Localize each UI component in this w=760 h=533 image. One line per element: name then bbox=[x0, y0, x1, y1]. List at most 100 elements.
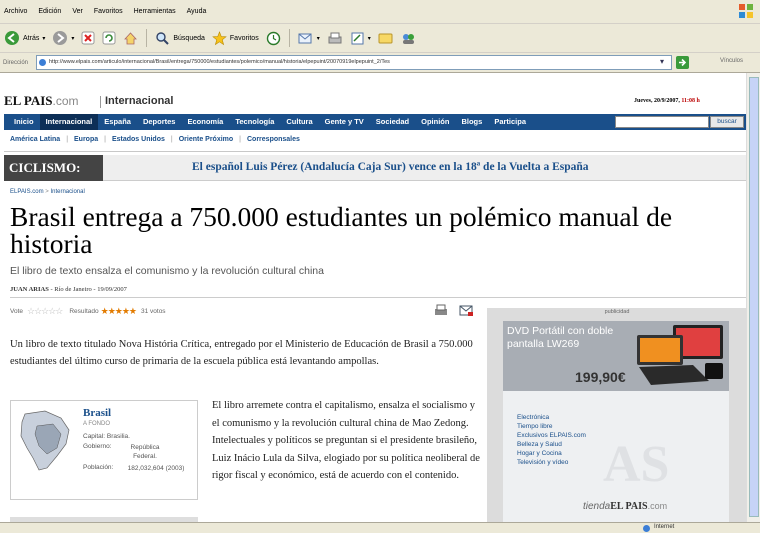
store-com: .com bbox=[647, 501, 668, 511]
advertisement-sidebar: publicidad DVD Portátil con doble pantal… bbox=[487, 308, 747, 533]
nav-blogs[interactable]: Blogs bbox=[455, 114, 488, 130]
vote-stars[interactable]: ☆☆☆☆☆ bbox=[27, 306, 63, 317]
vertical-scrollbar[interactable] bbox=[746, 73, 760, 523]
address-dropdown[interactable]: ▾ bbox=[660, 57, 664, 66]
ad-item-belleza[interactable]: Belleza y Salud bbox=[517, 440, 586, 449]
breadcrumb-section[interactable]: Internacional bbox=[50, 189, 84, 195]
nav-inicio[interactable]: Inicio bbox=[8, 114, 40, 130]
date-display: Jueves, 20/9/2007, 11:08 h bbox=[634, 98, 700, 104]
store-logo[interactable]: tienda EL PAIS .com bbox=[583, 501, 667, 512]
toolbar-separator bbox=[288, 29, 290, 47]
menu-ayuda[interactable]: Ayuda bbox=[187, 8, 207, 15]
store-brand: EL PAIS bbox=[610, 501, 648, 512]
menu-herramientas[interactable]: Herramientas bbox=[134, 8, 176, 15]
discuss-button[interactable] bbox=[376, 27, 396, 49]
scroll-thumb[interactable] bbox=[749, 77, 759, 517]
chevron-down-icon[interactable]: ▾ bbox=[368, 35, 371, 42]
search-button[interactable]: Búsqueda bbox=[153, 27, 207, 49]
ad-list: Electrónica Tiempo libre Exclusivos ELPA… bbox=[517, 413, 586, 467]
address-input[interactable]: http://www.elpais.com/articulo/internaci… bbox=[36, 55, 672, 70]
history-button[interactable] bbox=[264, 27, 283, 49]
site-search-input[interactable] bbox=[615, 116, 709, 128]
nav-participa[interactable]: Participa bbox=[488, 114, 532, 130]
nav-cultura[interactable]: Cultura bbox=[280, 114, 318, 130]
rating-bar: Vote ☆☆☆☆☆ Resultado ★★★★★ 31 votos bbox=[10, 306, 166, 317]
edit-button[interactable]: ▾ bbox=[348, 27, 373, 49]
dvd-player-image bbox=[637, 325, 723, 385]
flash-headline[interactable]: El español Luis Pérez (Andalucía Caja Su… bbox=[192, 161, 589, 173]
vote-count: 31 votos bbox=[140, 308, 166, 315]
print-button[interactable] bbox=[325, 27, 345, 49]
subnav-estados-unidos[interactable]: Estados Unidos bbox=[112, 136, 165, 143]
subnav-europa[interactable]: Europa bbox=[74, 136, 98, 143]
subnav-corresponsales[interactable]: Corresponsales bbox=[247, 136, 300, 143]
ad-item-electronica[interactable]: Electrónica bbox=[517, 413, 586, 422]
sub-navigation: América Latina | Europa | Estados Unidos | … bbox=[10, 136, 300, 143]
nav-espana[interactable]: España bbox=[98, 114, 137, 130]
country-capital-row: Capital: Brasilia. bbox=[83, 433, 130, 440]
go-button[interactable] bbox=[676, 56, 689, 69]
nav-sociedad[interactable]: Sociedad bbox=[370, 114, 415, 130]
forward-arrow-icon bbox=[53, 31, 68, 45]
chevron-down-icon[interactable]: ▾ bbox=[42, 35, 45, 42]
back-button[interactable]: Atrás ▾ bbox=[2, 27, 47, 49]
menu-ver[interactable]: Ver bbox=[72, 8, 83, 15]
advertisement-banner[interactable]: DVD Portátil con doble pantalla LW269 19… bbox=[503, 321, 729, 526]
article-title: Brasil entrega a 750.000 estudiantes un … bbox=[10, 201, 673, 259]
capital-label: Capital: bbox=[83, 433, 106, 440]
site-logo[interactable]: EL PAIS .com bbox=[4, 93, 79, 109]
favorites-label: Favoritos bbox=[229, 34, 259, 42]
country-name[interactable]: Brasil bbox=[83, 407, 111, 419]
menu-favoritos[interactable]: Favoritos bbox=[94, 8, 123, 15]
refresh-button[interactable] bbox=[100, 27, 118, 49]
search-site-button[interactable]: buscar bbox=[710, 116, 744, 128]
nav-opinion[interactable]: Opinión bbox=[415, 114, 455, 130]
address-url: http://www.elpais.com/articulo/internaci… bbox=[49, 59, 390, 65]
subnav-oriente-proximo[interactable]: Oriente Próximo bbox=[179, 136, 233, 143]
ad-item-tiempo-libre[interactable]: Tiempo libre bbox=[517, 422, 586, 431]
print-icon[interactable] bbox=[434, 304, 448, 317]
main-navigation: Inicio Internacional España Deportes Eco… bbox=[4, 114, 746, 130]
nav-internacional[interactable]: Internacional bbox=[39, 114, 99, 130]
nav-gente-tv[interactable]: Gente y TV bbox=[319, 114, 370, 130]
breadcrumb-separator: > bbox=[45, 189, 49, 195]
links-label[interactable]: Vínculos bbox=[720, 58, 743, 64]
population-label: Población: bbox=[83, 464, 114, 471]
ad-item-television[interactable]: Televisión y vídeo bbox=[517, 458, 586, 467]
menu-bar: Archivo Edición Ver Favoritos Herramient… bbox=[0, 0, 760, 24]
windows-logo-icon bbox=[739, 4, 753, 18]
ad-price: 199,90€ bbox=[575, 369, 626, 385]
messenger-button[interactable] bbox=[399, 27, 418, 49]
favorites-button[interactable]: Favoritos bbox=[210, 27, 261, 49]
ad-item-exclusivos[interactable]: Exclusivos ELPAIS.com bbox=[517, 431, 586, 440]
date-text: Jueves, 20/9/2007, bbox=[634, 98, 680, 104]
chevron-down-icon[interactable]: ▾ bbox=[71, 35, 74, 42]
subnav-america-latina[interactable]: América Latina bbox=[10, 136, 60, 143]
back-label: Atrás bbox=[23, 34, 40, 42]
nav-tecnologia[interactable]: Tecnología bbox=[229, 114, 280, 130]
breadcrumb: ELPAIS.com > Internacional bbox=[10, 189, 85, 195]
edit-icon bbox=[351, 32, 364, 44]
email-icon[interactable] bbox=[459, 305, 474, 317]
chevron-down-icon[interactable]: ▾ bbox=[317, 35, 320, 42]
stop-icon bbox=[81, 31, 95, 45]
stop-button[interactable] bbox=[79, 27, 97, 49]
logo-com: .com bbox=[52, 94, 79, 108]
menu-edicion[interactable]: Edición bbox=[38, 8, 61, 15]
home-button[interactable] bbox=[121, 27, 140, 49]
menu-archivo[interactable]: Archivo bbox=[4, 8, 27, 15]
gov-label: Gobierno: bbox=[83, 443, 112, 450]
ad-item-hogar[interactable]: Hogar y Cocina bbox=[517, 449, 586, 458]
article-lead: Un libro de texto titulado Nova História… bbox=[10, 339, 473, 367]
mail-button[interactable]: ▾ bbox=[296, 27, 322, 49]
nav-economia[interactable]: Economía bbox=[181, 114, 229, 130]
breadcrumb-home[interactable]: ELPAIS.com bbox=[10, 189, 44, 195]
article-subtitle: El libro de texto ensalza el comunismo y… bbox=[10, 265, 324, 277]
nav-deportes[interactable]: Deportes bbox=[137, 114, 182, 130]
address-bar: Dirección http://www.elpais.com/articulo… bbox=[0, 53, 760, 73]
store-tienda: tienda bbox=[583, 501, 611, 512]
ad-title: DVD Portátil con doble pantalla LW269 bbox=[507, 325, 614, 350]
flash-label: CICLISMO: bbox=[4, 155, 103, 181]
forward-button[interactable]: ▾ bbox=[50, 27, 76, 49]
logo-divider bbox=[100, 96, 101, 108]
